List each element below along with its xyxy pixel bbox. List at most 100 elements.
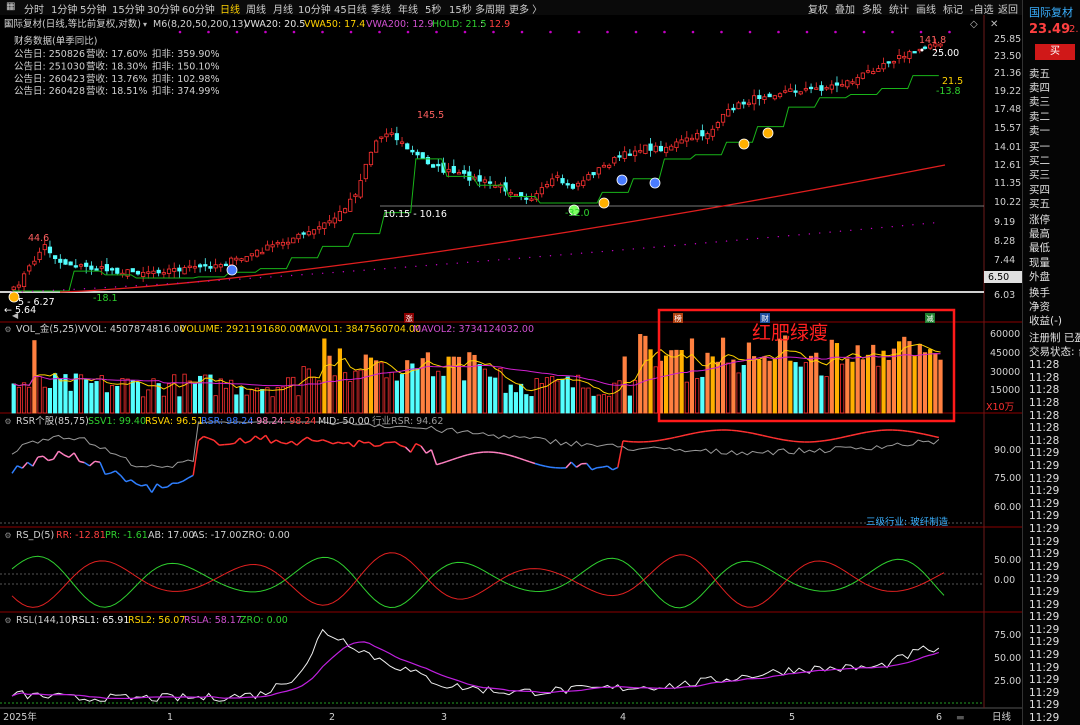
candle [244,256,249,262]
volume-bar [752,356,757,414]
candle [63,259,68,265]
ma-dot [767,236,769,239]
toolbar-right-5[interactable]: 标记 [943,1,963,16]
ma-dot [353,270,355,272]
candle [689,137,695,141]
candle [607,164,612,168]
hold-sep: : [480,19,483,30]
period-tab-5[interactable]: 60分钟 [182,1,215,16]
volume-bar [161,395,166,414]
period-tab-16[interactable]: 更多 〉 [509,1,542,16]
quote-sidebar: 国际复材 23.49 2. 买 卖五 卖四 卖三 卖二 卖一 买一 买二 买三 买四 买五 涨停 最高… [1022,0,1080,725]
candle [539,187,544,195]
period-tab-4[interactable]: 30分钟 [147,1,180,16]
period-tab-15[interactable]: 多周期 [475,1,505,16]
volume-bar [135,381,141,414]
signal-marker[interactable] [738,138,750,150]
rsva-label: RSVA: 96.51 [145,416,203,427]
signal-dot [663,30,666,34]
period-tab-12[interactable]: 年线 [398,1,418,16]
candle [513,193,519,197]
period-tab-10[interactable]: 45日线 [334,1,367,16]
volume-bar [270,396,275,414]
period-tab-1[interactable]: 1分钟 [51,1,77,16]
volume-bar [674,349,679,414]
toolbar-right-4[interactable]: 画线 [916,1,936,16]
tick-time-0: 11:28 [1029,359,1060,372]
period-tab-0[interactable]: 分时 [24,1,44,16]
volume-bar [462,380,467,414]
toolbar-right-7[interactable]: 返回 [998,1,1018,16]
ma-label: M6(8,20,50,200,13) [153,19,247,30]
pr-label: PR: -1.61 [105,530,148,541]
fin-profit: 扣非: 102.98% [152,73,220,85]
candle [643,144,648,154]
candle [425,157,431,165]
peak-dot [920,48,924,52]
quote-stat2-1: 净资 [1029,301,1050,314]
signal-marker[interactable] [616,174,628,186]
candle [907,51,912,59]
volume-bar [726,362,731,414]
peak-label-1: 44.6 [28,233,49,244]
rsr-line [866,430,872,434]
ma-dot [156,283,158,286]
candle [648,143,653,151]
ma-dot [777,235,780,238]
candle [865,70,871,73]
volume-bar [710,356,715,414]
signal-dot [463,30,467,34]
last-price: 23.49 [1029,22,1071,37]
signal-marker[interactable] [762,127,774,139]
signal-marker[interactable] [598,197,610,209]
volume-bar [177,396,182,414]
toolbar-right-6[interactable]: -自选 [970,1,994,16]
volume-bar [881,350,886,414]
toolbar-right-0[interactable]: 复权 [808,1,828,16]
toolbar-right-3[interactable]: 统计 [889,1,909,16]
rsr-line [602,465,608,468]
grid-icon[interactable]: ▦ [6,1,15,12]
toolbar-right-1[interactable]: 叠加 [835,1,855,16]
candle [627,153,632,156]
candle [254,249,260,257]
ma-dot [404,266,407,268]
toolbar-right-2[interactable]: 多股 [862,1,882,16]
candle [508,192,513,195]
vwa50-label: VWA50: 17.4 [304,19,365,30]
period-tab-9[interactable]: 10分钟 [298,1,331,16]
period-tab-3[interactable]: 15分钟 [112,1,145,16]
candle [529,198,534,201]
period-tab-13[interactable]: 5秒 [425,1,441,16]
candle [405,143,410,150]
tick-time-5: 11:28 [1029,422,1060,435]
candle [824,87,829,90]
signal-dot [777,30,780,34]
period-tab-6[interactable]: 日线 [220,1,240,16]
candle [638,150,643,153]
ma-dot [912,224,914,226]
ma-dot [145,284,148,286]
x-axis-label: 3 [441,712,447,723]
volume-bar [358,369,363,414]
period-tab-11[interactable]: 季线 [371,1,391,16]
volume-bar [912,355,917,414]
signal-marker[interactable] [226,264,238,276]
ma-dot [850,229,852,232]
rsr-line [364,441,370,444]
signal-marker[interactable] [649,177,661,189]
rsr-axis-label: 90.00 [994,445,1021,456]
peak-label-3: 141.8 [919,35,946,46]
candle [456,172,462,175]
stock-name[interactable]: 国际复材 [1029,4,1073,20]
period-tab-8[interactable]: 月线 [273,1,293,16]
ma-dot [94,287,96,289]
candle [544,184,550,188]
buy-button[interactable]: 买 [1035,44,1075,60]
period-tab-14[interactable]: 15秒 [449,1,472,16]
stock-chart[interactable]: 44.6 -18.1 145.5 10.15 - 10.16 -32.0 141.8 25.… [0,15,1022,725]
x-axis-label: 4 [620,712,626,723]
period-tab-7[interactable]: 周线 [246,1,266,16]
period-tab-2[interactable]: 5分钟 [80,1,106,16]
signal-dot [492,30,495,34]
